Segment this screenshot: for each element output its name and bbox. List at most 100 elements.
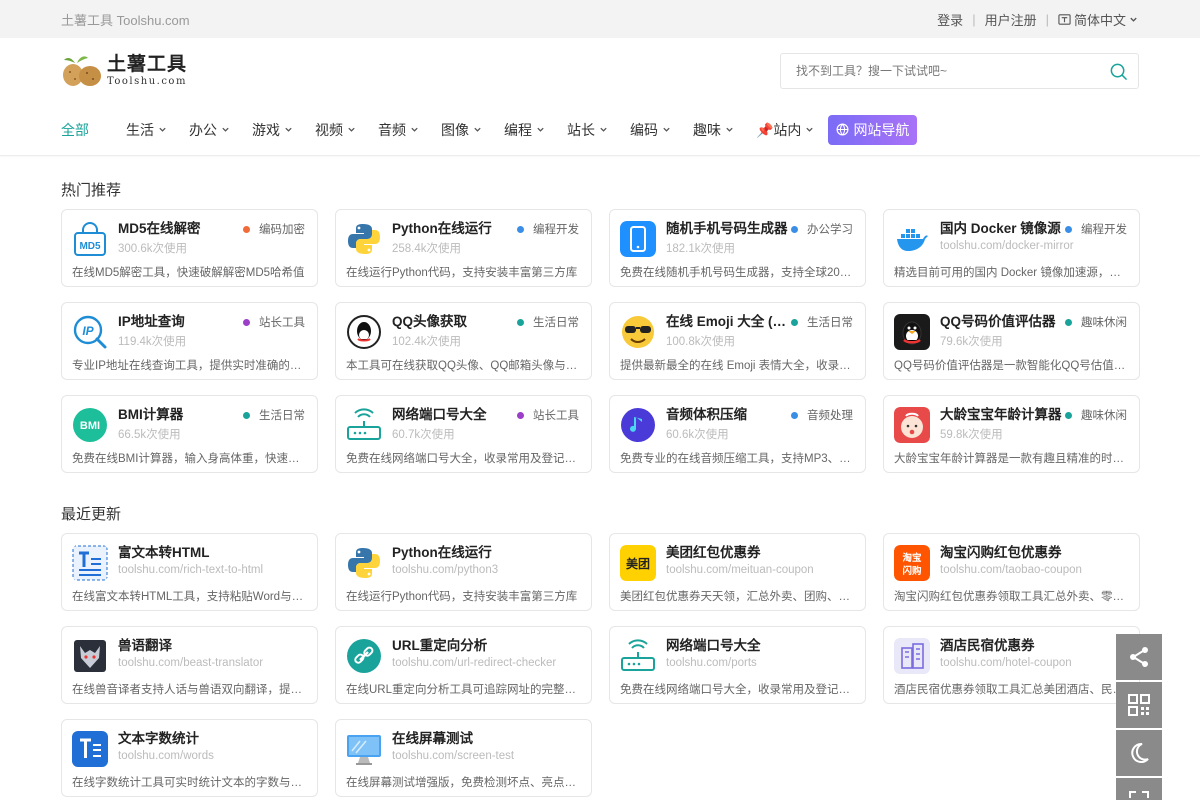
nav-item-label: 游戏 — [252, 121, 280, 138]
section-title-recent: 最近更新 — [61, 506, 122, 523]
logo-title: 土薯工具 — [107, 54, 188, 75]
category-tag-label: 站长工具 — [533, 410, 579, 422]
link-icon — [346, 638, 382, 674]
search-icon[interactable] — [1109, 62, 1128, 81]
category-tag[interactable]: 生活日常 — [243, 407, 305, 423]
tool-subtext: toolshu.com/screen-test — [392, 750, 515, 762]
tool-card[interactable]: 网络端口号大全 toolshu.com/ports 免费在线网络端口号大全，收录常用… — [609, 626, 866, 704]
tool-description: 在线兽音译者支持人话与兽语双向翻译，提供加密 — [72, 684, 307, 696]
tool-description: 免费专业的在线音频压缩工具，支持MP3、WAV格式 — [620, 453, 855, 465]
qrcode-button[interactable] — [1116, 682, 1162, 728]
tool-card[interactable]: 大龄宝宝年龄计算器 59.8k次使用 趣味休闲 大龄宝宝年龄计算器是一款有趣且精准的时… — [883, 395, 1140, 473]
fullscreen-icon — [1129, 791, 1149, 798]
header: 土薯工具 Toolshu.com — [0, 38, 1200, 104]
category-tag[interactable]: 趣味休闲 — [1065, 314, 1127, 330]
category-tag[interactable]: 生活日常 — [517, 314, 579, 330]
tool-subtext: 79.6k次使用 — [940, 336, 1003, 348]
tool-card[interactable]: 兽语翻译 toolshu.com/beast-translator 在线兽音译者支持… — [61, 626, 318, 704]
nav-item-label: 编程 — [504, 121, 532, 138]
tool-card[interactable]: QQ头像获取 102.4k次使用 生活日常 本工具可在线获取QQ头像、QQ邮箱头像与Q… — [335, 302, 592, 380]
nav-item[interactable]: 全部 — [61, 120, 89, 140]
nav-item[interactable]: 编码 — [630, 120, 671, 140]
category-dot — [243, 318, 250, 326]
nav-item[interactable]: 趣味 — [693, 120, 734, 140]
wordcount-icon — [72, 731, 108, 767]
category-tag[interactable]: 趣味休闲 — [1065, 407, 1127, 423]
tool-card[interactable]: 音频体积压缩60.6k次使用音频处理免费专业的在线音频压缩工具，支持MP3、WA… — [609, 395, 866, 473]
tool-card[interactable]: MD5 MD5在线解密 300.6k次使用 编码加密 在线MD5解密工具，快速破解解密M… — [61, 209, 318, 287]
tool-card[interactable]: 网络端口号大全 60.7k次使用 站长工具 免费在线网络端口号大全，收录常用及登记端口… — [335, 395, 592, 473]
nav-item-label: 趣味 — [693, 121, 721, 138]
tool-card-meta: 兽语翻译 toolshu.com/beast-translator — [118, 637, 307, 674]
nav-item[interactable]: 视频 — [315, 120, 356, 140]
nav-item[interactable]: 生活 — [126, 120, 167, 140]
category-tag-label: 趣味休闲 — [1081, 410, 1127, 422]
nav-item[interactable]: 图像 — [441, 120, 482, 140]
tool-card[interactable]: Python在线运行 toolshu.com/python3 在线运行Python代… — [335, 533, 592, 611]
recent-grid: 富文本转HTML toolshu.com/rich-text-to-html 在线富… — [61, 533, 1140, 797]
register-link[interactable]: 用户注册 — [985, 10, 1037, 29]
tool-card[interactable]: URL重定向分析 toolshu.com/url-redirect-checker… — [335, 626, 592, 704]
category-tag[interactable]: 编程开发 — [1065, 221, 1127, 237]
tool-card[interactable]: Python在线运行 258.4k次使用 编程开发 在线运行Python代码，支持安装… — [335, 209, 592, 287]
category-tag[interactable]: 音频处理 — [791, 407, 853, 423]
bmi-icon: BMI — [72, 407, 108, 443]
nav-item-label: 音频 — [378, 121, 406, 138]
tool-card[interactable]: 淘宝 闪购 淘宝闪购红包优惠券 toolshu.com/taobao-coupon 淘宝… — [883, 533, 1140, 611]
tool-description: 美团红包优惠券天天领，汇总外卖、团购、闪购红包 — [620, 591, 855, 603]
hot-section: 热门推荐 MD5 MD5在线解密 300.6k次使用 编码加密 在线MD5解密工具，快速… — [0, 179, 1200, 473]
tool-description: 专业IP地址在线查询工具，提供实时准确的全球IP — [72, 360, 307, 372]
login-link[interactable]: 登录 — [937, 10, 963, 29]
share-button[interactable] — [1116, 634, 1162, 680]
category-tag[interactable]: 站长工具 — [243, 314, 305, 330]
category-dot — [1065, 411, 1072, 419]
tool-card[interactable]: 美团 美团红包优惠券 toolshu.com/meituan-coupon 美团红包优… — [609, 533, 866, 611]
moon-button[interactable] — [1116, 730, 1162, 776]
tool-card-meta: URL重定向分析 toolshu.com/url-redirect-checker — [392, 637, 581, 674]
tool-subtext: 60.7k次使用 — [392, 429, 455, 441]
tool-card[interactable]: 文本字数统计 toolshu.com/words 在线字数统计工具可实时统计文本的字… — [61, 719, 318, 797]
logo[interactable]: 土薯工具 Toolshu.com — [61, 54, 187, 88]
tool-card[interactable]: IP IP地址查询 119.4k次使用 站长工具 专业IP地址在线查询工具，提供实时准确… — [61, 302, 318, 380]
language-select[interactable]: 简体中文 — [1058, 10, 1138, 29]
svg-text:MD5: MD5 — [79, 241, 101, 252]
tool-card[interactable]: 酒店民宿优惠券 toolshu.com/hotel-coupon 酒店民宿优惠券领取… — [883, 626, 1140, 704]
tool-card[interactable]: 在线屏幕测试 toolshu.com/screen-test 在线屏幕测试增强版，免… — [335, 719, 592, 797]
nav-item[interactable]: 📌站内 — [756, 120, 814, 140]
tool-card[interactable]: 在线 Emoji 大全 (… 100.8k次使用 生活日常 提供最新最全的在线 Emo… — [609, 302, 866, 380]
tool-card[interactable]: BMI BMI计算器 66.5k次使用 生活日常 免费在线BMI计算器，输入身高体重，快… — [61, 395, 318, 473]
tool-name: 美团红包优惠券 — [666, 545, 761, 560]
nav-item[interactable]: 游戏 — [252, 120, 293, 140]
site-nav-button[interactable]: 网站导航 — [828, 114, 918, 145]
category-tag[interactable]: 编程开发 — [517, 221, 579, 237]
tool-card-meta: 美团红包优惠券 toolshu.com/meituan-coupon — [666, 544, 855, 581]
tool-card[interactable]: 国内 Docker 镜像源 toolshu.com/docker-mirror 编程… — [883, 209, 1140, 287]
category-tag[interactable]: 办公学习 — [791, 221, 853, 237]
nav-item[interactable]: 音频 — [378, 120, 419, 140]
category-tag[interactable]: 生活日常 — [791, 314, 853, 330]
chevron-down-icon — [806, 127, 814, 132]
search-box — [780, 53, 1139, 89]
nav-item-label: 全部 — [61, 121, 89, 138]
tool-card-header: 网络端口号大全 toolshu.com/ports — [620, 637, 855, 674]
tool-card[interactable]: 随机手机号码生成器 182.1k次使用 办公学习 免费在线随机手机号码生成器，支持全球… — [609, 209, 866, 287]
category-dot — [791, 318, 798, 326]
tool-description: 在线字数统计工具可实时统计文本的字数与字符数 — [72, 777, 307, 789]
category-tag[interactable]: 编码加密 — [243, 221, 305, 237]
tool-card[interactable]: 富文本转HTML toolshu.com/rich-text-to-html 在线富… — [61, 533, 318, 611]
nav-item[interactable]: 办公 — [189, 120, 230, 140]
tool-description: 免费在线网络端口号大全，收录常用及登记端口号 — [620, 684, 855, 696]
nav-item[interactable]: 编程 — [504, 120, 545, 140]
wolf-icon — [72, 638, 108, 674]
tool-card[interactable]: QQ号码价值评估器 79.6k次使用 趣味休闲 QQ号码价值评估器是一款智能化QQ号估… — [883, 302, 1140, 380]
tool-name: 富文本转HTML — [118, 545, 210, 560]
python-icon — [346, 221, 382, 257]
category-tag[interactable]: 站长工具 — [517, 407, 579, 423]
search-input[interactable] — [796, 64, 1076, 78]
fullscreen-button[interactable] — [1116, 778, 1162, 800]
nav-item[interactable]: 站长 — [567, 120, 608, 140]
tool-description: 在线MD5解密工具，快速破解解密MD5哈希值 — [72, 267, 305, 279]
chevron-down-icon — [474, 127, 481, 132]
tool-subtext: 59.8k次使用 — [940, 429, 1003, 441]
tool-description: 免费在线BMI计算器，输入身高体重，快速计算结果 — [72, 453, 307, 465]
